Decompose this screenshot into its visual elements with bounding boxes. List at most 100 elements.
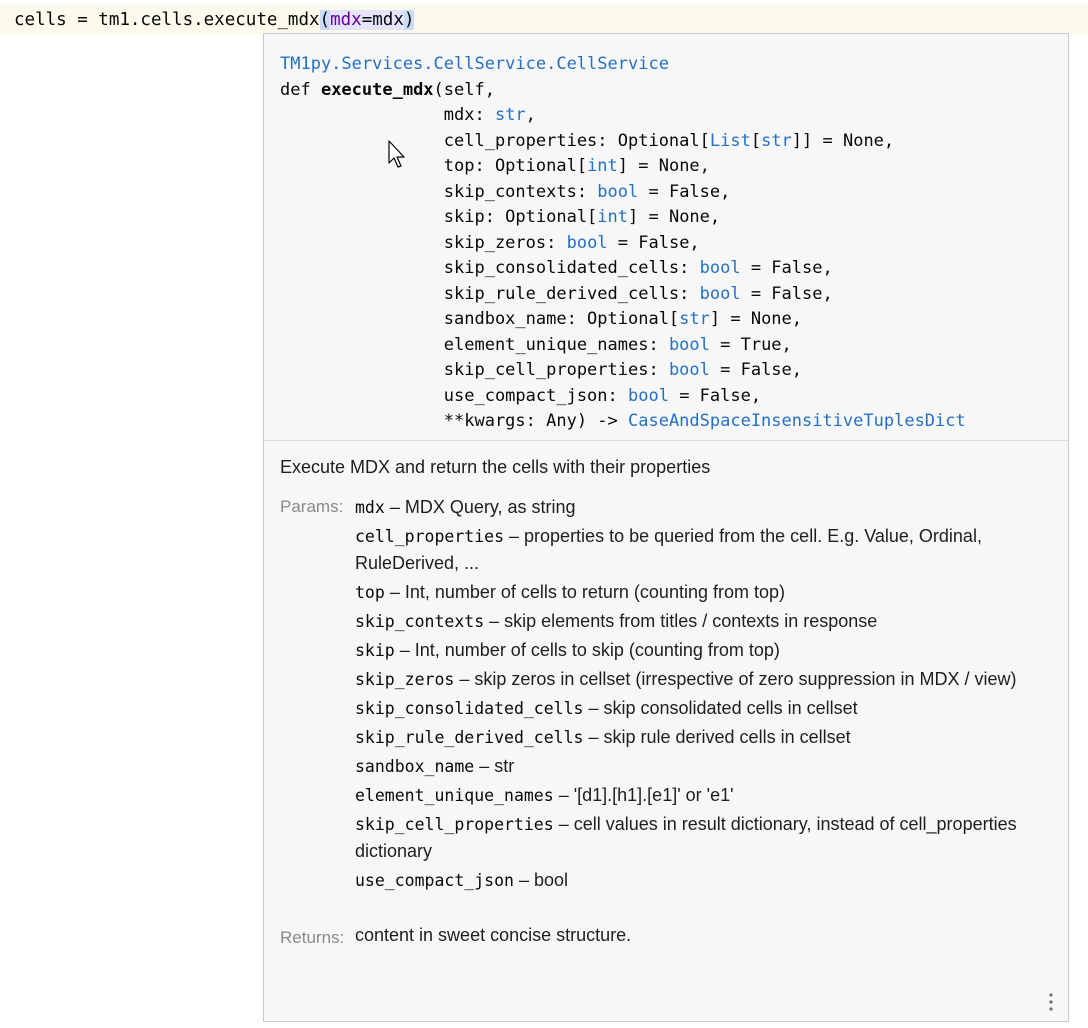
param-name: sandbox_name: Optional[ <box>443 309 680 329</box>
param-doc-text: – skip elements from titles / contexts i… <box>484 611 878 631</box>
param-doc-item: element_unique_names – '[d1].[h1].[e1]' … <box>355 782 1045 809</box>
signature-param: top: Optional[int] = None, <box>444 156 710 176</box>
qualified-name[interactable]: TM1py.Services.CellService.CellService <box>280 54 669 74</box>
param-mid: [ <box>750 130 762 151</box>
param-doc-name: mdx <box>355 498 385 517</box>
param-doc-item: top – Int, number of cells to return (co… <box>355 579 1045 606</box>
param-name: mdx: <box>443 105 495 125</box>
signature-param: skip_contexts: bool = False, <box>444 182 731 202</box>
param-rest: , <box>525 105 536 125</box>
params-list: mdx – MDX Query, as string cell_propertie… <box>355 494 1045 896</box>
param-name: cell_properties: Optional[ <box>443 130 710 151</box>
signature-param: skip_zeros: bool = False, <box>444 233 700 253</box>
param-doc-name: element_unique_names <box>355 786 554 805</box>
editor-current-line[interactable]: cells = tm1.cells.execute_mdx(mdx=mdx) <box>0 4 1088 34</box>
param-type[interactable]: List <box>710 131 751 151</box>
code-text[interactable]: cells = tm1.cells.execute_mdx(mdx=mdx) <box>14 10 415 30</box>
signature-param: use_compact_json: bool = False, <box>444 386 761 406</box>
param-rest: ] = None, <box>617 156 710 176</box>
param-doc-item: skip – Int, number of cells to skip (cou… <box>355 637 1045 664</box>
signature-param: sandbox_name: Optional[str] = None, <box>444 309 802 329</box>
equals-sign: = <box>361 10 373 30</box>
param-name: top: Optional[ <box>443 156 588 176</box>
signature-param: mdx: str, <box>444 105 536 125</box>
param-type[interactable]: bool <box>567 233 608 253</box>
signature-param: skip_consolidated_cells: bool = False, <box>444 258 833 278</box>
param-doc-name: cell_properties <box>355 527 505 546</box>
close-paren: ) <box>403 10 415 30</box>
signature-param: **kwargs: Any) -> CaseAndSpaceInsensitiv… <box>444 411 966 431</box>
param-doc-item: skip_contexts – skip elements from title… <box>355 608 1045 635</box>
param-rest: ] = None, <box>709 309 803 329</box>
param-doc-item: skip_zeros – skip zeros in cellset (irre… <box>355 666 1045 693</box>
signature-param: skip_rule_derived_cells: bool = False, <box>444 284 833 304</box>
open-paren: ( <box>319 10 331 30</box>
param-type[interactable]: str <box>679 309 710 329</box>
param-type[interactable]: bool <box>597 182 638 202</box>
param-type[interactable]: int <box>597 207 628 227</box>
param-rest: = False, <box>638 181 731 202</box>
param-doc-item: cell_properties – properties to be queri… <box>355 523 1045 577</box>
param-type[interactable]: bool <box>700 284 741 304</box>
param-rest: = False, <box>740 258 833 278</box>
param-doc-item: skip_rule_derived_cells – skip rule deri… <box>355 724 1045 751</box>
signature-param: element_unique_names: bool = True, <box>444 335 792 355</box>
signature-block: TM1py.Services.CellService.CellService d… <box>280 52 966 435</box>
signature-param: cell_properties: Optional[List[str]] = N… <box>444 131 894 151</box>
param-name: use_compact_json: <box>443 385 628 406</box>
param-doc-text: – skip zeros in cellset (irrespective of… <box>454 669 1017 689</box>
param-doc-text: – str <box>474 756 515 776</box>
returns-text: content in sweet concise structure. <box>355 925 632 945</box>
param-rest: = False, <box>709 360 803 380</box>
param-type[interactable]: int <box>587 156 618 176</box>
signature-param: skip: Optional[int] = None, <box>444 207 720 227</box>
param-type[interactable]: bool <box>669 335 710 355</box>
param-doc-name: skip_zeros <box>355 670 455 689</box>
params-label: Params: <box>280 497 344 516</box>
param-doc-text: – Int, number of cells to skip (counting… <box>394 640 780 660</box>
param-type[interactable]: bool <box>669 360 710 380</box>
vertical-ellipsis-icon[interactable] <box>1044 993 1058 1015</box>
param-rest: ] = None, <box>628 207 721 227</box>
param-rest: ]] = None, <box>791 130 895 151</box>
param-doc-name: skip_cell_properties <box>355 815 554 834</box>
param-type[interactable]: CaseAndSpaceInsensitiveTuplesDict <box>628 411 966 431</box>
signature-param: skip_cell_properties: bool = False, <box>444 360 802 380</box>
arg-value: mdx <box>372 10 404 30</box>
param-doc-item: sandbox_name – str <box>355 753 1045 780</box>
param-name: element_unique_names: <box>443 334 669 355</box>
param-type-inner[interactable]: str <box>761 131 792 151</box>
param-doc-name: sandbox_name <box>355 757 475 776</box>
param-doc-name: use_compact_json <box>355 871 514 890</box>
param-type[interactable]: bool <box>700 258 741 278</box>
param-type[interactable]: bool <box>628 386 669 406</box>
param-name: skip_cell_properties: <box>443 360 669 380</box>
param-name: skip_consolidated_cells: <box>443 258 700 278</box>
param-rest: = True, <box>709 334 792 355</box>
param-doc-name: top <box>355 583 385 602</box>
divider <box>264 440 1068 441</box>
param-name: skip: Optional[ <box>443 207 598 227</box>
param-name: skip_zeros: <box>443 232 567 253</box>
param-type[interactable]: str <box>495 105 526 125</box>
param-rest: = False, <box>668 385 762 406</box>
documentation-popup[interactable]: TM1py.Services.CellService.CellService d… <box>263 33 1069 1022</box>
param-doc-text: – '[d1].[h1].[e1]' or 'e1' <box>553 785 734 805</box>
param-doc-text: – MDX Query, as string <box>384 497 576 517</box>
param-doc-name: skip_consolidated_cells <box>355 699 584 718</box>
def-keyword: def <box>280 79 321 100</box>
param-doc-text: – skip consolidated cells in cellset <box>583 698 858 718</box>
param-doc-item: skip_cell_properties – cell values in re… <box>355 811 1045 865</box>
function-name: execute_mdx <box>320 79 434 100</box>
keyword-arg-name: mdx <box>330 10 362 30</box>
param-doc-text: – skip rule derived cells in cellset <box>583 727 851 747</box>
mouse-pointer-icon <box>388 140 408 175</box>
param-rest: = False, <box>740 283 833 304</box>
returns-label: Returns: <box>280 928 345 947</box>
param-name: **kwargs: Any) -> <box>443 411 628 431</box>
param-doc-name: skip_rule_derived_cells <box>355 728 584 747</box>
code-prefix: cells = tm1.cells.execute_mdx <box>14 10 320 30</box>
param-doc-text: – bool <box>513 870 568 890</box>
param-doc-name: skip_contexts <box>355 612 485 631</box>
param-doc-item: use_compact_json – bool <box>355 867 1045 894</box>
